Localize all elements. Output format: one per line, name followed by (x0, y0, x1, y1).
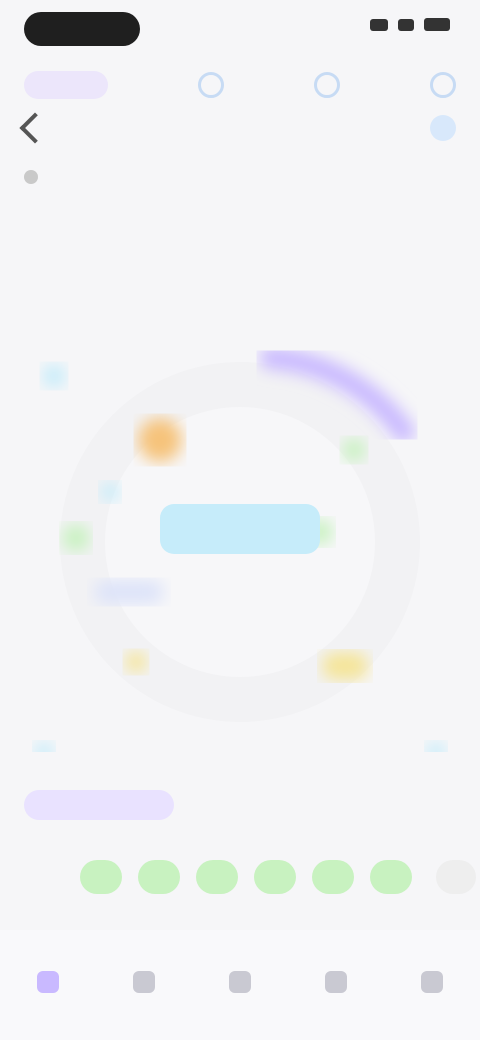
profile-icon (421, 971, 443, 993)
dynamic-island (24, 12, 140, 46)
add-icon (229, 971, 251, 993)
day-pill[interactable] (138, 860, 180, 894)
tab-active[interactable] (24, 790, 174, 820)
hint-text (24, 220, 324, 238)
help-icon[interactable] (430, 115, 456, 141)
node-green-1 (342, 438, 366, 462)
day-row (80, 860, 420, 894)
calendar-icon[interactable] (314, 72, 340, 98)
battery-icon (424, 18, 450, 31)
day-pill[interactable] (254, 860, 296, 894)
title-row (19, 112, 456, 144)
settings-icon[interactable] (430, 72, 456, 98)
top-nav (0, 60, 480, 110)
node-yellow-1 (125, 651, 147, 673)
compass-icon[interactable] (198, 72, 224, 98)
day-pill[interactable] (80, 860, 122, 894)
back-icon[interactable] (19, 112, 51, 144)
explore-icon (133, 971, 155, 993)
nav-item-profile[interactable] (404, 957, 460, 1013)
nav-item-home[interactable] (20, 957, 76, 1013)
info-line (24, 168, 456, 186)
view-tabs (24, 790, 456, 820)
status-bar (0, 0, 480, 60)
nav-item-stats[interactable] (308, 957, 364, 1013)
day-pill[interactable] (370, 860, 412, 894)
nav-item-explore[interactable] (116, 957, 172, 1013)
bottom-summary-row (24, 905, 456, 929)
node-lavender (94, 580, 164, 604)
wifi-icon (398, 18, 414, 31)
status-icons (370, 18, 450, 31)
day-pill[interactable] (196, 860, 238, 894)
nav-chip[interactable] (24, 71, 108, 99)
home-icon (37, 971, 59, 993)
activity-wheel (24, 332, 456, 752)
node-yellow-2 (322, 652, 368, 680)
nav-item-add[interactable] (212, 957, 268, 1013)
node-corner-bottom-left (34, 742, 54, 752)
bottom-navigation (0, 930, 480, 1040)
signal-icon (370, 18, 388, 31)
wheel-center-label[interactable] (160, 504, 320, 554)
day-pill-ghost[interactable] (436, 860, 476, 894)
node-corner-bottom-right (426, 742, 446, 752)
info-icon (24, 170, 38, 184)
node-blue-1 (100, 482, 120, 502)
sun-icon (138, 418, 182, 462)
node-green-2 (62, 524, 90, 552)
stats-icon (325, 971, 347, 993)
node-corner-top-left (42, 364, 66, 388)
day-pill[interactable] (312, 860, 354, 894)
section-heading (24, 253, 284, 283)
